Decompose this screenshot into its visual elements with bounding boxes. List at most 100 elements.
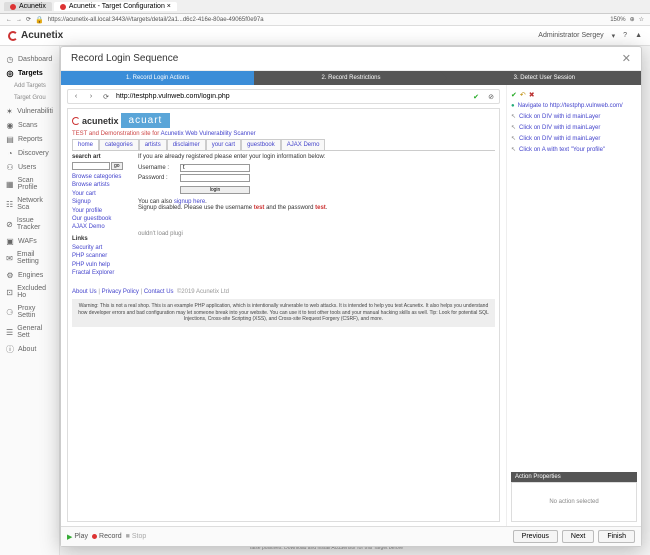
sidebar-item-scans[interactable]: ◉Scans — [0, 118, 59, 132]
cursor-icon: ↖ — [511, 124, 516, 131]
username-input[interactable] — [180, 164, 250, 172]
sidebar-item-dashboard[interactable]: ◷Dashboard — [0, 52, 59, 66]
sidebar-label: Issue Tracker — [17, 217, 53, 231]
inner-nav-link[interactable]: AJAX Demo — [72, 223, 132, 231]
sidebar-item-users[interactable]: ⚇Users — [0, 160, 59, 174]
inner-tab-categories[interactable]: categories — [99, 139, 139, 150]
check-icon[interactable]: ✔ — [511, 91, 517, 99]
play-button[interactable]: ▶Play — [67, 533, 88, 541]
nav-reload-icon[interactable]: ⟳ — [100, 93, 112, 101]
sidebar-item-email-setting[interactable]: ✉Email Setting — [0, 248, 59, 268]
sidebar-label: WAFs — [18, 238, 37, 245]
sidebar: ◷Dashboard◎TargetsAdd TargetsTarget Grou… — [0, 46, 60, 555]
nav-forward-icon[interactable]: › — [85, 93, 97, 100]
sidebar-item-targets[interactable]: ◎Targets — [0, 66, 59, 80]
previous-button[interactable]: Previous — [513, 530, 558, 543]
search-input[interactable] — [72, 162, 110, 170]
next-button[interactable]: Next — [562, 530, 594, 543]
wizard-step-1[interactable]: 1. Record Login Actions — [61, 71, 254, 85]
inner-nav-link[interactable]: Your profile — [72, 207, 132, 215]
sidebar-label: Dashboard — [18, 56, 52, 63]
sidebar-item-issue-tracker[interactable]: ⊘Issue Tracker — [0, 214, 59, 234]
reload-icon[interactable]: ⟳ — [26, 16, 31, 23]
sidebar-label: Scans — [18, 122, 37, 129]
sidebar-item-scan-profile[interactable]: ▦Scan Profile — [0, 174, 59, 194]
sidebar-item-network-sca[interactable]: ☷Network Sca — [0, 194, 59, 214]
help-icon[interactable]: ? — [623, 32, 627, 39]
inner-tab-artists[interactable]: artists — [139, 139, 167, 150]
search-go-button[interactable]: go — [111, 162, 123, 170]
modal-header: Record Login Sequence ✕ — [61, 47, 641, 71]
inner-nav-link[interactable]: Our guestbook — [72, 215, 132, 223]
sidebar-item-excluded-ho[interactable]: ⊡Excluded Ho — [0, 282, 59, 302]
inner-nav-link[interactable]: Browse artists — [72, 181, 132, 189]
recorded-action[interactable]: ●Navigate to http://testphp.vulnweb.com/ — [511, 101, 637, 111]
recorded-action[interactable]: ↖Click on DIV with id mainLayer — [511, 122, 637, 133]
inner-nav-link[interactable]: Security art — [72, 244, 132, 252]
wizard-step-3[interactable]: 3. Detect User Session — [448, 71, 641, 85]
sidebar-item-general-sett[interactable]: ☰General Sett — [0, 322, 59, 342]
login-button[interactable]: login — [180, 186, 250, 194]
delete-icon[interactable]: ✖ — [529, 91, 535, 99]
sidebar-item-about[interactable]: ⓘAbout — [0, 342, 59, 356]
browser-tab[interactable]: Acunetix — [4, 2, 52, 11]
inner-tab-home[interactable]: home — [72, 139, 99, 150]
sidebar-icon: ✶ — [6, 107, 13, 115]
inner-tab-guestbook[interactable]: guestbook — [241, 139, 281, 150]
inner-tab-disclaimer[interactable]: disclaimer — [167, 139, 206, 150]
action-text: Click on A with text "Your profile" — [519, 147, 605, 153]
sidebar-item-reports[interactable]: ▤Reports — [0, 132, 59, 146]
privacy-link[interactable]: Privacy Policy — [102, 289, 139, 295]
close-icon[interactable]: ✕ — [622, 52, 631, 65]
inner-tab-AJAX-Demo[interactable]: AJAX Demo — [281, 139, 326, 150]
undo-icon[interactable]: ↶ — [520, 91, 526, 99]
app-logo: Acunetix — [8, 30, 63, 41]
inner-subtitle-link[interactable]: Acunetix Web Vulnerability Scanner — [161, 131, 256, 137]
inner-nav-link[interactable]: Signup — [72, 198, 132, 206]
check-icon[interactable]: ✔ — [470, 93, 482, 101]
bell-icon[interactable]: ▲ — [635, 32, 642, 39]
sidebar-item-wafs[interactable]: ▣WAFs — [0, 234, 59, 248]
username-label: Username : — [138, 165, 174, 171]
zoom-icon[interactable]: ⊕ — [630, 16, 635, 23]
stop-button[interactable]: ■Stop — [126, 533, 147, 541]
sidebar-item-discovery[interactable]: ◔Discovery — [0, 146, 59, 160]
action-text: Navigate to http://testphp.vulnweb.com/ — [518, 103, 623, 109]
sidebar-label: Users — [18, 164, 36, 171]
inner-nav-link[interactable]: Browse categories — [72, 173, 132, 181]
inner-tab-your-cart[interactable]: your cart — [206, 139, 241, 150]
recorded-action[interactable]: ↖Click on DIV with id mainLayer — [511, 133, 637, 144]
nav-back-icon[interactable]: ‹ — [70, 93, 82, 100]
contact-link[interactable]: Contact Us — [144, 289, 174, 295]
recorded-action[interactable]: ↖Click on DIV with id mainLayer — [511, 111, 637, 122]
back-icon[interactable]: ← — [6, 17, 12, 23]
user-name[interactable]: Administrator Sergey — [538, 32, 603, 39]
inner-nav-link[interactable]: PHP vuln help — [72, 261, 132, 269]
forward-icon[interactable]: → — [16, 17, 22, 23]
finish-button[interactable]: Finish — [598, 530, 635, 543]
sidebar-item-proxy-settin[interactable]: ⚆Proxy Settin — [0, 302, 59, 322]
recorded-action[interactable]: ↖Click on A with text "Your profile" — [511, 144, 637, 155]
inner-nav-link[interactable]: Your cart — [72, 190, 132, 198]
sidebar-sub-item[interactable]: Target Grou — [0, 92, 59, 104]
action-props-body: No action selected — [511, 482, 637, 522]
recorder-url-input[interactable] — [115, 92, 467, 101]
sidebar-item-engines[interactable]: ⚙Engines — [0, 268, 59, 282]
inner-nav-link[interactable]: Fractal Explorer — [72, 269, 132, 277]
globe-icon: ● — [511, 103, 515, 109]
wizard-step-2[interactable]: 2. Record Restrictions — [254, 71, 447, 85]
sidebar-sub-item[interactable]: Add Targets — [0, 80, 59, 92]
browser-url-text[interactable]: https://acunetix-all.local:3443/#/target… — [48, 17, 606, 23]
chevron-down-icon[interactable]: ▾ — [612, 32, 616, 40]
restrict-icon[interactable]: ⊘ — [485, 93, 497, 101]
sidebar-icon: ▤ — [6, 135, 14, 143]
browser-tab-active[interactable]: Acunetix - Target Configuration × — [54, 2, 177, 11]
sidebar-item-vulnerabiliti[interactable]: ✶Vulnerabiliti — [0, 104, 59, 118]
record-button[interactable]: Record — [92, 533, 122, 541]
sidebar-icon: ▦ — [6, 180, 14, 188]
actions-toolbar: ✔ ↶ ✖ — [511, 89, 637, 101]
password-input[interactable] — [180, 174, 250, 182]
inner-nav-link[interactable]: PHP scanner — [72, 252, 132, 260]
star-icon[interactable]: ☆ — [639, 16, 644, 23]
about-link[interactable]: About Us — [72, 289, 97, 295]
